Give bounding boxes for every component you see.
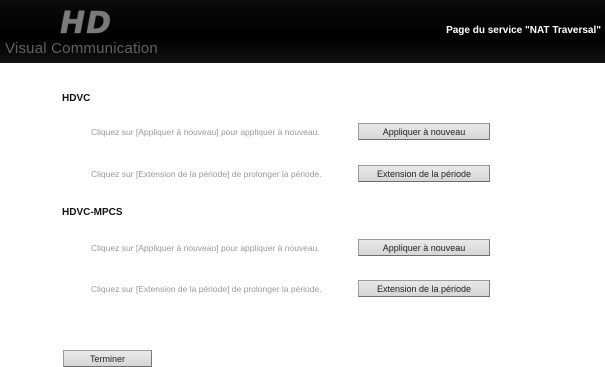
extend-instruction-mpcs: Cliquez sur [Extension de la période] de… [91,284,322,294]
hd-logo-icon: HD [60,6,113,41]
extend-period-button-mpcs[interactable]: Extension de la période [358,280,490,297]
page-title: Page du service "NAT Traversal" [446,25,601,36]
logo-text: Visual Communication [5,40,158,57]
section-title-hdvc-mpcs: HDVC-MPCS [62,207,123,218]
extend-instruction-hdvc: Cliquez sur [Extension de la période] de… [91,169,322,179]
reapply-button-hdvc[interactable]: Appliquer à nouveau [358,123,490,140]
reapply-instruction-mpcs: Cliquez sur [Appliquer à nouveau] pour a… [91,243,320,253]
reapply-button-mpcs[interactable]: Appliquer à nouveau [358,239,490,256]
finish-button[interactable]: Terminer [63,350,152,367]
reapply-instruction-hdvc: Cliquez sur [Appliquer à nouveau] pour a… [91,127,320,137]
header-bar: HD Visual Communication Page du service … [0,0,605,63]
section-title-hdvc: HDVC [62,93,91,104]
extend-period-button-hdvc[interactable]: Extension de la période [358,165,490,182]
